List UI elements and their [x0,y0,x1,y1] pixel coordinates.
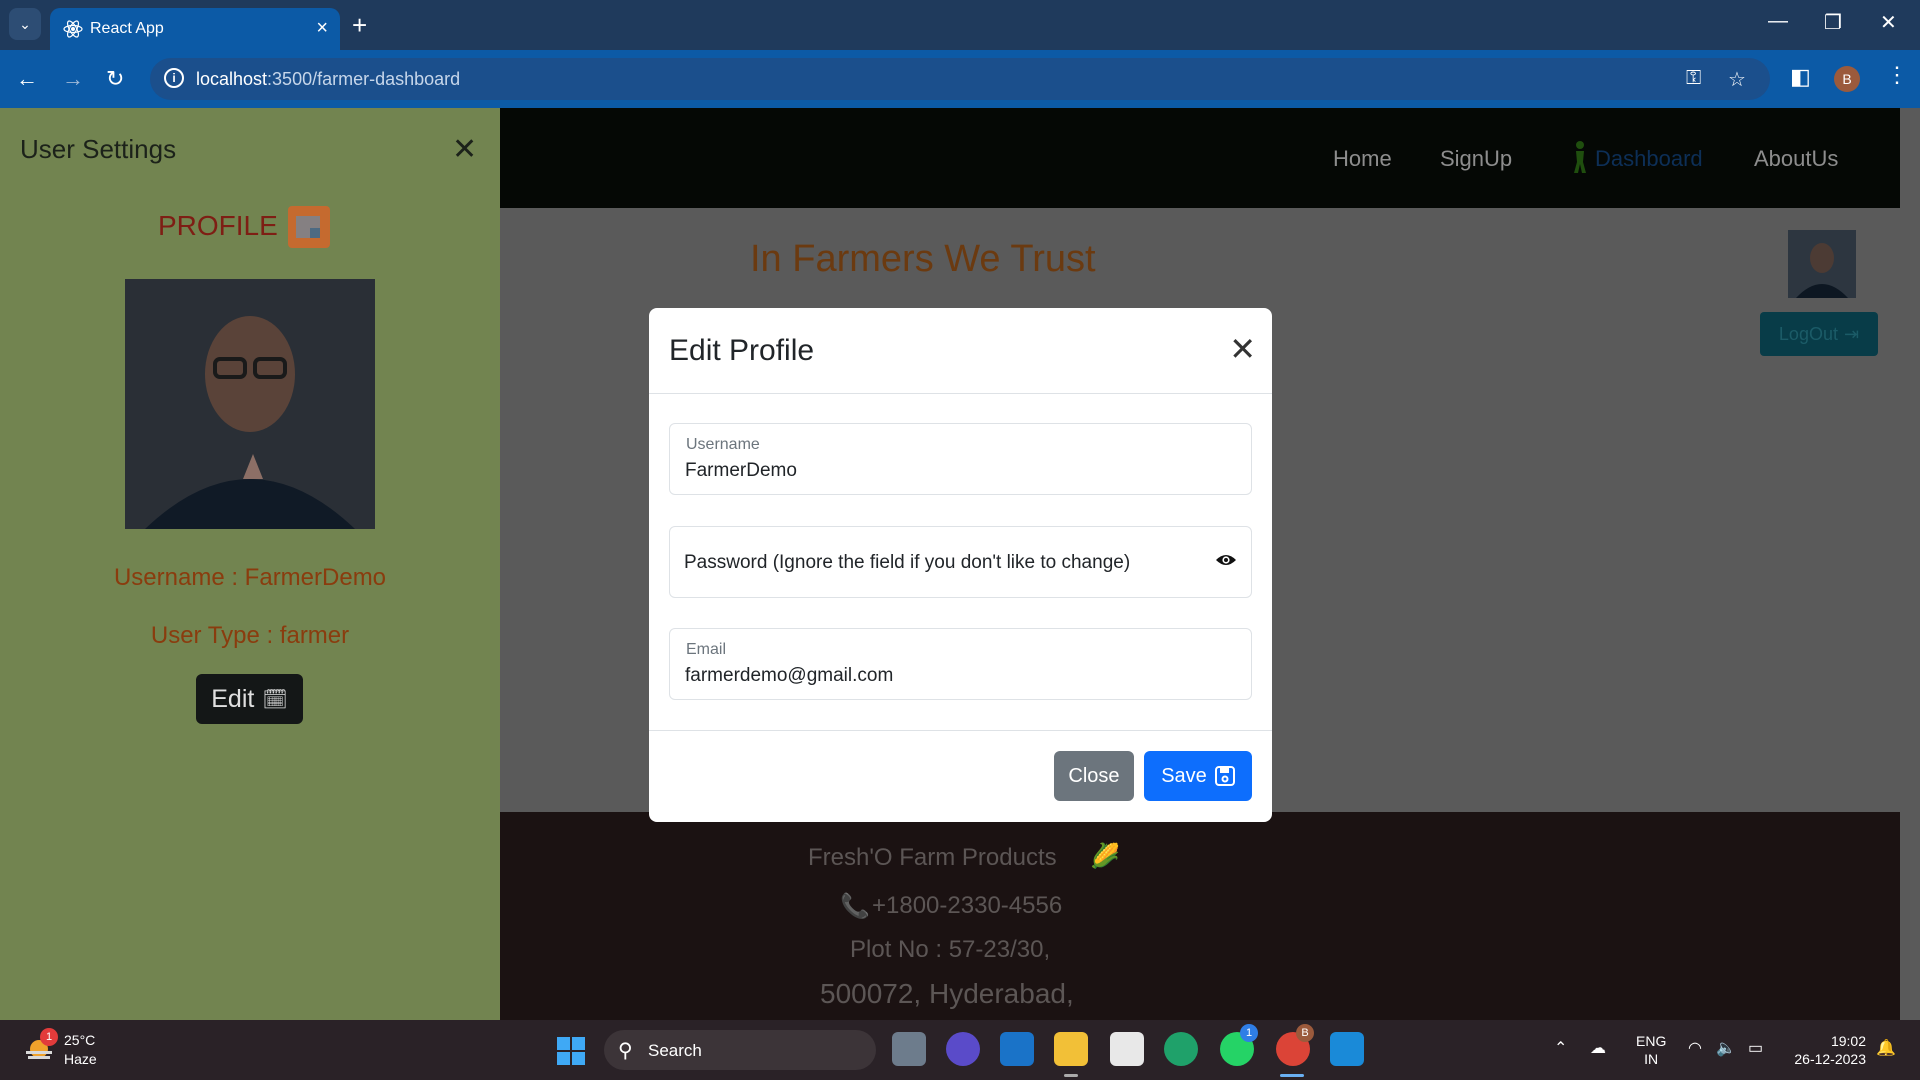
user-settings-offcanvas: User Settings ✕ PROFILE Username : Farme… [0,108,500,1020]
app-header: Home SignUp Dashboard AboutUs [500,108,1900,208]
edit-profile-button[interactable]: Edit 🗓 [196,674,303,724]
modal-footer: Close Save [649,730,1272,822]
taskbar-search-label: Search [648,1041,702,1060]
floppy-icon [1214,766,1235,786]
address-toolbar: ← → ↻ i localhost:3500/farmer-dashboard … [0,50,1920,108]
site-footer: Fresh'O Farm Products 🌽 📞 +1800-2330-455… [500,812,1900,1020]
back-icon[interactable]: ← [16,66,38,92]
footer-address-line2: 500072, Hyderabad, [820,978,1074,1009]
username-text: Username : FarmerDemo [113,564,387,591]
eye-icon[interactable] [1215,553,1237,567]
window-close-icon[interactable]: ✕ [1880,10,1897,35]
tab-search-button[interactable]: ⌄ [9,8,41,40]
tray-overflow-icon[interactable]: ⌃ [1554,1038,1567,1058]
nav-aboutus[interactable]: AboutUs [1754,146,1838,172]
whatsapp-badge: 1 [1240,1024,1258,1042]
menu-icon[interactable]: ⋮ [1886,62,1908,88]
browser-tab-strip: ⌄ React App × + — ❐ ✕ [0,0,1920,50]
tab-close-icon[interactable]: × [316,17,328,40]
explorer-running-indicator [1064,1074,1078,1077]
email-label: Email [686,641,727,658]
profile-photo [125,279,375,529]
search-icon: ⚲ [618,1040,633,1062]
react-icon [63,20,83,38]
corn-icon: 🌽 [1090,843,1120,870]
offcanvas-close-icon[interactable]: ✕ [452,132,477,167]
profile-heading: PROFILE [158,210,278,241]
footer-address-line1: Plot No : 57-23/30, [850,936,1051,963]
reload-icon[interactable]: ↻ [106,66,124,92]
edit-profile-modal: Edit Profile ✕ Username FarmerDemo Passw… [649,308,1272,822]
farmer-icon [1574,141,1586,173]
chrome-active-indicator [1280,1074,1304,1077]
profile-edit-icon [288,206,330,248]
logout-icon: ⇥ [1843,323,1860,344]
password-field[interactable]: Password (Ignore the field if you don't … [669,526,1252,598]
teams-icon[interactable] [946,1032,980,1066]
phone-icon: 📞 [840,893,870,920]
offcanvas-title: User Settings [20,134,177,164]
weather-desc[interactable]: Haze [64,1051,97,1067]
calendar-edit-icon: 🗓 [262,688,288,711]
new-tab-icon[interactable]: + [352,10,367,41]
store-icon[interactable] [1110,1032,1144,1066]
battery-icon[interactable]: ▭ [1748,1038,1763,1058]
edge-icon[interactable] [1164,1032,1198,1066]
usertype-text: User Type : farmer [150,622,350,649]
clock[interactable]: 19:02 26-12-2023 [1786,1032,1866,1068]
mail-icon[interactable] [1000,1032,1034,1066]
footer-brand: Fresh'O Farm Products [808,844,1057,871]
save-button[interactable]: Save [1144,751,1252,801]
email-field[interactable]: Email farmerdemo@gmail.com [669,628,1252,700]
site-info-icon[interactable]: i [164,68,184,88]
user-photo-icon [1788,230,1856,298]
onedrive-icon[interactable]: ☁ [1590,1038,1606,1058]
windows-start-icon[interactable] [556,1036,586,1066]
nav-home[interactable]: Home [1333,146,1392,172]
language-indicator[interactable]: ENG IN [1636,1032,1666,1068]
taskbar: 1 25°C Haze ⚲ Search 1 B ⌃ ☁ ENG IN ◠ 🔈 … [0,1020,1920,1080]
side-panel-icon[interactable]: ◧ [1790,64,1811,90]
nav-dashboard[interactable]: Dashboard [1595,146,1703,172]
password-input[interactable]: Password (Ignore the field if you don't … [684,552,1130,574]
url-text[interactable]: localhost:3500/farmer-dashboard [196,69,460,90]
chrome-profile-badge: B [1296,1024,1314,1042]
close-button[interactable]: Close [1054,751,1134,801]
password-key-icon[interactable]: ⚿ [1686,67,1701,90]
footer-phone: +1800-2330-4556 [872,892,1063,919]
weather-temp[interactable]: 25°C [64,1032,95,1048]
wifi-icon[interactable]: ◠ [1688,1038,1702,1058]
email-input[interactable]: farmerdemo@gmail.com [685,665,893,687]
modal-title: Edit Profile [669,334,815,367]
bookmark-star-icon[interactable]: ☆ [1728,67,1746,92]
notification-bell-icon[interactable]: 🔔 [1876,1038,1896,1058]
browser-tab-active[interactable]: React App × [50,8,340,50]
user-avatar [1788,230,1856,298]
logout-button[interactable]: LogOut ⇥ [1760,312,1878,356]
restore-icon[interactable]: ❐ [1824,10,1842,35]
modal-close-icon[interactable]: ✕ [1229,330,1256,368]
username-label: Username [686,436,760,453]
task-view-icon[interactable] [892,1032,926,1066]
taskbar-search[interactable]: ⚲ Search [604,1030,876,1070]
volume-icon[interactable]: 🔈 [1716,1038,1736,1058]
modal-header: Edit Profile ✕ [649,308,1272,394]
minimize-icon[interactable]: — [1768,10,1788,33]
omnibox[interactable]: i localhost:3500/farmer-dashboard ⚿ ☆ [150,58,1770,100]
tab-title: React App [90,20,164,37]
profile-avatar[interactable]: B [1834,66,1860,92]
username-input[interactable]: FarmerDemo [685,460,797,482]
nav-signup[interactable]: SignUp [1440,146,1512,172]
username-field[interactable]: Username FarmerDemo [669,423,1252,495]
weather-badge: 1 [40,1028,58,1046]
vscode-icon[interactable] [1330,1032,1364,1066]
file-explorer-icon[interactable] [1054,1032,1088,1066]
forward-icon[interactable]: → [62,66,84,92]
slogan: In Farmers We Trust [750,238,1096,280]
